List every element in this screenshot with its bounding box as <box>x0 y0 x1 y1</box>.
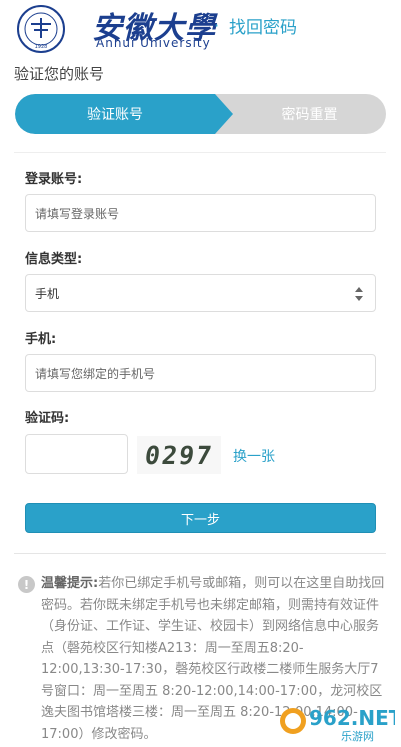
university-seal-logo: 1928 <box>17 5 65 53</box>
captcha-input[interactable] <box>25 434 128 474</box>
account-label: 登录账号: <box>25 172 83 187</box>
site-watermark-logo: 962.NET 乐游网 <box>280 706 395 743</box>
divider <box>14 152 386 153</box>
page-title: 找回密码 <box>229 18 297 38</box>
account-placeholder: 请填写登录账号 <box>35 206 120 221</box>
header: 1928 安徽大學 Anhui University · 找回密码 <box>0 0 401 56</box>
phone-input[interactable]: 请填写您绑定的手机号 <box>25 354 376 392</box>
info-icon: ! <box>18 576 35 593</box>
info-type-selected: 手机 <box>35 286 60 301</box>
info-type-select[interactable]: 手机 <box>25 274 376 312</box>
title-separator: · <box>214 16 220 35</box>
tip-title: 温馨提示: <box>41 576 99 591</box>
svg-text:1928: 1928 <box>35 44 48 50</box>
captcha-label: 验证码: <box>25 411 70 426</box>
svg-text:乐游网: 乐游网 <box>341 730 374 743</box>
captcha-image-text: 0297 <box>142 440 216 470</box>
svg-text:962.NET: 962.NET <box>309 706 395 730</box>
university-name-en: Anhui University <box>96 36 211 50</box>
next-step-button[interactable]: 下一步 <box>25 503 376 533</box>
phone-label: 手机: <box>25 332 57 347</box>
info-type-label: 信息类型: <box>25 252 83 267</box>
step-indicator: 验证账号 密码重置 <box>15 94 386 134</box>
section-title: 验证您的账号 <box>14 65 105 83</box>
account-input[interactable]: 请填写登录账号 <box>25 194 376 232</box>
captcha-image[interactable]: 0297 <box>137 436 221 474</box>
captcha-refresh-link[interactable]: 换一张 <box>233 446 275 466</box>
phone-placeholder: 请填写您绑定的手机号 <box>35 366 156 381</box>
step-verify-account: 验证账号 <box>15 94 233 134</box>
select-arrows-icon <box>355 287 363 301</box>
step-reset-password: 密码重置 <box>281 107 338 123</box>
divider <box>14 553 386 554</box>
